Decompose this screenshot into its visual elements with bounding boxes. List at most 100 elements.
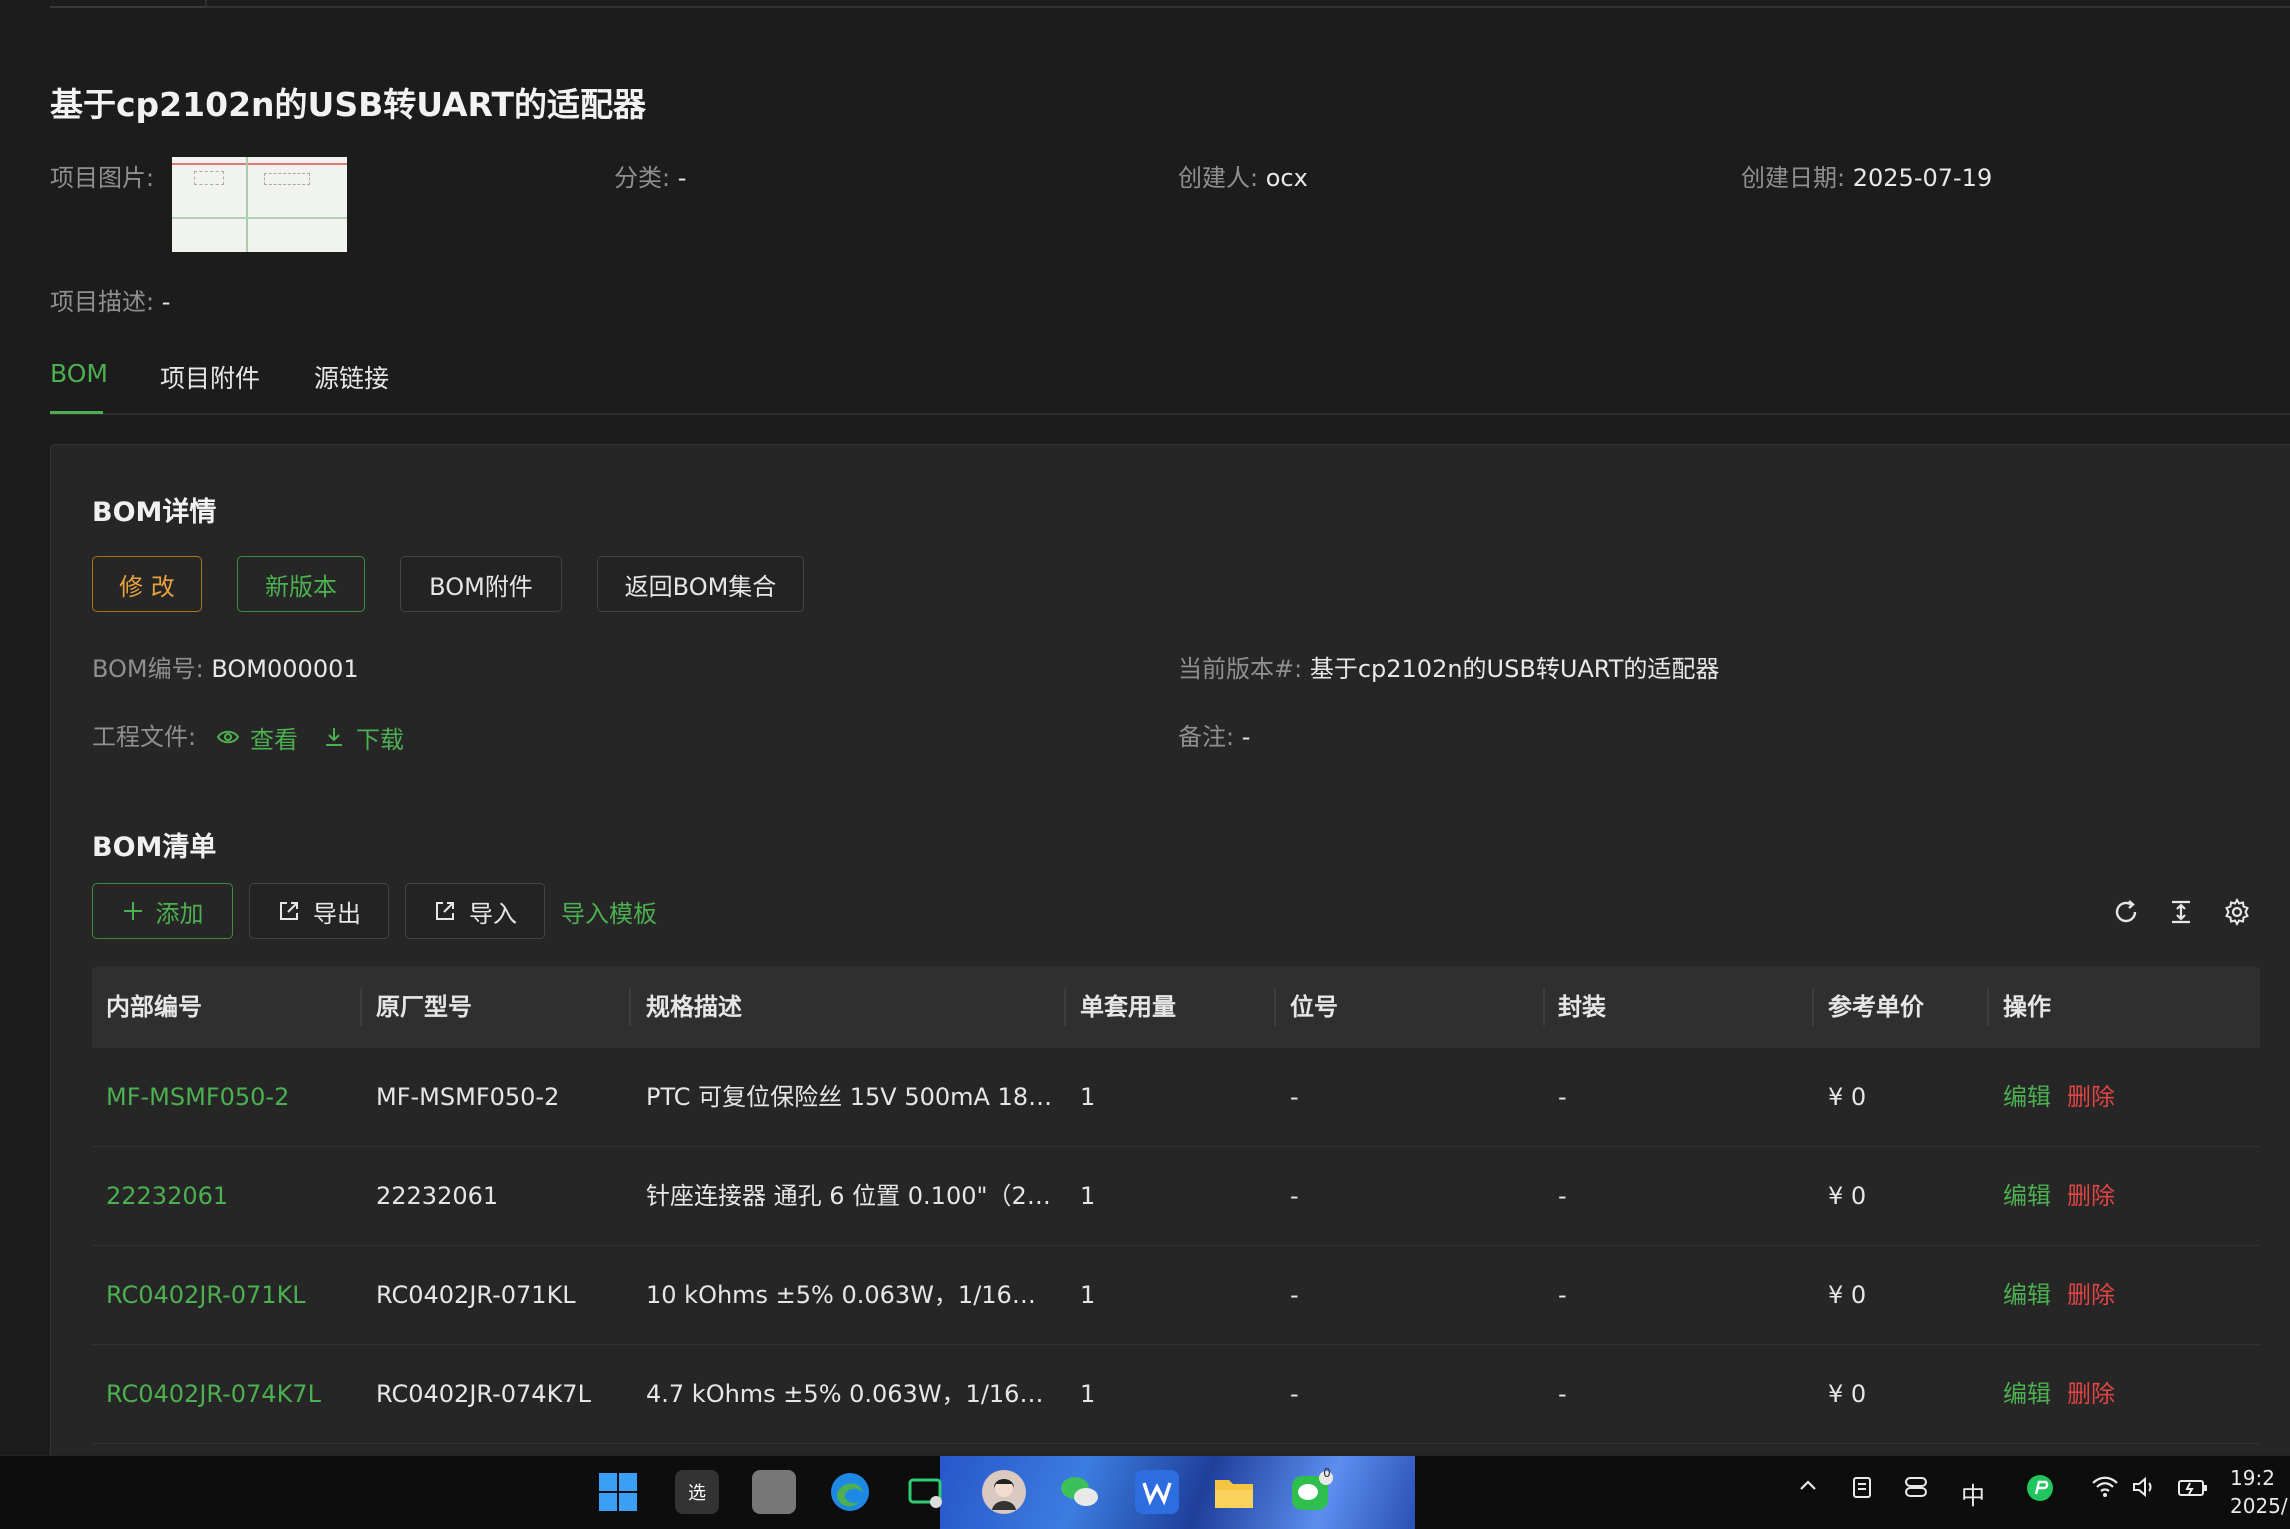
creator-label: 创建人: — [1178, 164, 1259, 192]
export-label: 导出 — [313, 899, 361, 928]
tab-attachments[interactable]: 项目附件 — [160, 359, 260, 395]
plus-icon — [122, 900, 144, 922]
col-ref[interactable]: 位号 — [1290, 966, 1338, 1048]
table-row: RC0402JR-071KL RC0402JR-071KL 10 kOhms ±… — [92, 1246, 2260, 1345]
row-qty: 1 — [1080, 1281, 1096, 1309]
row-ref: - — [1290, 1182, 1299, 1210]
row-package: - — [1558, 1182, 1567, 1210]
row-model: 22232061 — [376, 1182, 499, 1210]
wifi-icon[interactable] — [2091, 1474, 2119, 1506]
new-version-button[interactable]: 新版本 — [237, 556, 365, 612]
row-code-link[interactable]: RC0402JR-071KL — [106, 1246, 356, 1344]
bom-table: 内部编号 原厂型号 规格描述 单套用量 位号 封装 参考单价 操作 MF-MSM… — [92, 966, 2260, 1444]
table-row: MF-MSMF050-2 MF-MSMF050-2 PTC 可复位保险丝 15V… — [92, 1048, 2260, 1147]
row-qty: 1 — [1080, 1182, 1096, 1210]
row-density-icon[interactable] — [2166, 897, 2196, 927]
edit-bom-button[interactable]: 修 改 — [92, 556, 202, 612]
row-edit-link[interactable]: 编辑 — [2003, 1182, 2051, 1210]
row-delete-link[interactable]: 删除 — [2067, 1182, 2115, 1210]
project-tabs: BOM 项目附件 源链接 — [50, 355, 2290, 415]
import-template-link[interactable]: 导入模板 — [561, 895, 657, 928]
project-image-label: 项目图片: — [50, 164, 155, 192]
row-delete-link[interactable]: 删除 — [2067, 1083, 2115, 1111]
wechat-work-icon[interactable]: 0 — [1290, 1466, 1334, 1514]
back-to-bom-set-button[interactable]: 返回BOM集合 — [597, 556, 804, 612]
download-file-link[interactable]: 下载 — [322, 721, 404, 754]
project-image-thumbnail[interactable] — [172, 157, 347, 252]
row-model: RC0402JR-071KL — [376, 1281, 576, 1309]
export-button[interactable]: 导出 — [249, 883, 389, 939]
table-header: 内部编号 原厂型号 规格描述 单套用量 位号 封装 参考单价 操作 — [92, 966, 2260, 1048]
col-unit-price[interactable]: 参考单价 — [1828, 966, 1924, 1048]
tab-source-links[interactable]: 源链接 — [314, 359, 389, 395]
input-method-app-icon[interactable]: 选 — [675, 1470, 719, 1514]
wechat-badge: 0 — [1323, 1466, 1331, 1480]
import-label: 导入 — [469, 899, 517, 928]
creator-value: ocx — [1265, 164, 1308, 192]
eye-icon — [216, 725, 240, 749]
description-field: 项目描述: - — [50, 286, 170, 318]
row-spec: 针座连接器 通孔 6 位置 0.100"（2.5... — [646, 1182, 1058, 1210]
tab-bom[interactable]: BOM — [50, 359, 108, 388]
windows-start-icon[interactable] — [596, 1470, 640, 1514]
col-internal-code[interactable]: 内部编号 — [106, 966, 202, 1048]
row-price: ¥ 0 — [1828, 1182, 1867, 1210]
page-title: 基于cp2102n的USB转UART的适配器 — [50, 85, 646, 124]
category-label: 分类: — [614, 164, 671, 192]
project-files-field: 工程文件: — [92, 721, 196, 753]
tray-overflow-chevron-icon[interactable] — [1796, 1474, 1820, 1504]
description-label: 项目描述: — [50, 288, 155, 316]
row-ref: - — [1290, 1281, 1299, 1309]
taskbar-clock[interactable]: 19:2 2025/ — [2230, 1464, 2288, 1520]
row-actions: 编辑 删除 — [2003, 1048, 2115, 1146]
add-item-button[interactable]: 添加 — [92, 883, 233, 939]
row-actions: 编辑 删除 — [2003, 1345, 2115, 1443]
download-icon — [322, 725, 346, 749]
row-delete-link[interactable]: 删除 — [2067, 1281, 2115, 1309]
row-ref: - — [1290, 1083, 1299, 1111]
import-icon — [433, 899, 457, 923]
row-edit-link[interactable]: 编辑 — [2003, 1380, 2051, 1408]
top-tab-rest — [205, 0, 2290, 8]
import-button[interactable]: 导入 — [405, 883, 545, 939]
view-file-link[interactable]: 查看 — [216, 721, 298, 754]
row-spec: 4.7 kOhms ±5% 0.063W，1/16W 芯... — [646, 1380, 1058, 1408]
row-edit-link[interactable]: 编辑 — [2003, 1281, 2051, 1309]
row-code-link[interactable]: 22232061 — [106, 1147, 356, 1245]
col-package[interactable]: 封装 — [1558, 966, 1606, 1048]
screen-capture-icon[interactable] — [904, 1470, 948, 1514]
tray-clipboard-icon[interactable] — [1849, 1474, 1875, 1506]
refresh-icon[interactable] — [2111, 897, 2141, 927]
row-model: RC0402JR-074K7L — [376, 1380, 591, 1408]
col-manufacturer-model[interactable]: 原厂型号 — [376, 966, 472, 1048]
created-date-label: 创建日期: — [1741, 164, 1846, 192]
download-file-label: 下载 — [356, 725, 404, 754]
avatar-app-icon[interactable] — [982, 1470, 1026, 1514]
row-code-link[interactable]: MF-MSMF050-2 — [106, 1048, 356, 1146]
top-tab-active[interactable] — [50, 0, 205, 8]
row-code-link[interactable]: RC0402JR-074K7L — [106, 1345, 356, 1443]
project-image-field: 项目图片: — [50, 162, 154, 194]
wechat-icon[interactable] — [1058, 1470, 1102, 1514]
tab-active-indicator — [50, 411, 103, 414]
tray-green-app-icon[interactable] — [2026, 1474, 2054, 1508]
created-date-value: 2025-07-19 — [1852, 164, 1993, 192]
gear-icon[interactable] — [2222, 897, 2252, 927]
row-package: - — [1558, 1083, 1567, 1111]
table-row: RC0402JR-074K7L RC0402JR-074K7L 4.7 kOhm… — [92, 1345, 2260, 1444]
tray-toggle-icon[interactable] — [1903, 1474, 1929, 1506]
col-qty[interactable]: 单套用量 — [1080, 966, 1176, 1048]
bom-attachments-button[interactable]: BOM附件 — [400, 556, 562, 612]
blank-app-icon[interactable] — [752, 1470, 796, 1514]
volume-icon[interactable] — [2131, 1474, 2157, 1506]
col-spec[interactable]: 规格描述 — [646, 966, 742, 1048]
row-delete-link[interactable]: 删除 — [2067, 1380, 2115, 1408]
remark-value: - — [1241, 723, 1251, 751]
row-edit-link[interactable]: 编辑 — [2003, 1083, 2051, 1111]
wps-office-icon[interactable] — [1135, 1470, 1179, 1514]
battery-icon[interactable] — [2177, 1474, 2209, 1506]
edge-browser-icon[interactable] — [828, 1470, 872, 1514]
file-explorer-icon[interactable] — [1212, 1470, 1256, 1514]
ime-indicator[interactable]: 中 — [1961, 1476, 1985, 1511]
row-actions: 编辑 删除 — [2003, 1246, 2115, 1344]
